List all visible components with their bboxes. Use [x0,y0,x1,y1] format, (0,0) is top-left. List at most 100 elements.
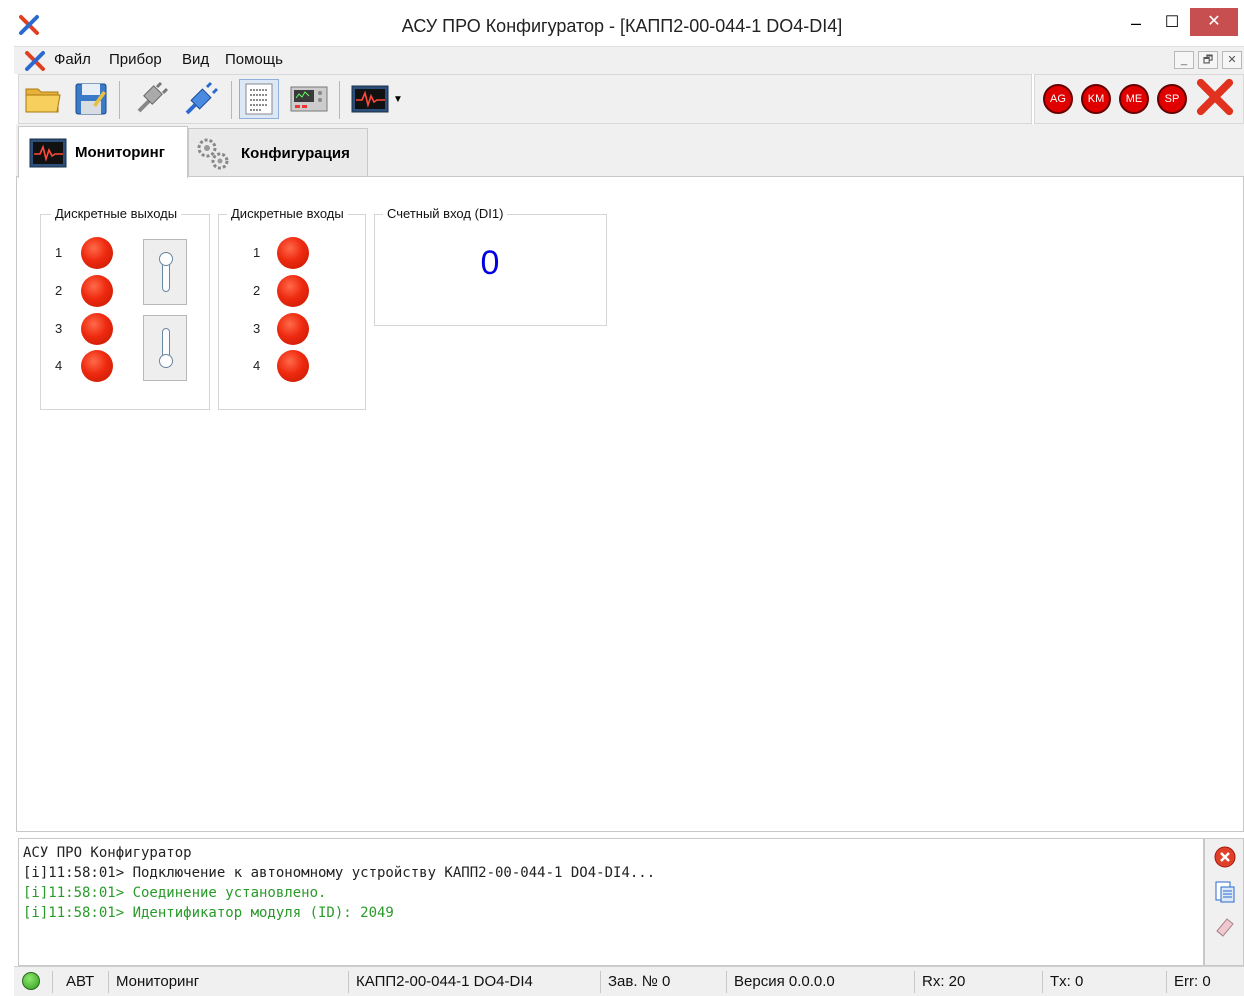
window-title: АСУ ПРО Конфигуратор - [КАПП2-00-044-1 D… [401,16,843,36]
save-button[interactable] [71,79,111,119]
status-button-km[interactable]: KM [1081,84,1111,114]
group-title: Дискретные входы [227,206,348,221]
tab-monitoring-label: Мониторинг [75,144,165,161]
disconnect-button[interactable] [131,79,171,119]
erase-log-button[interactable] [1213,915,1237,939]
gears-icon [197,138,229,169]
status-separator [600,971,601,993]
status-separator [52,971,53,993]
log-line: [i]11:58:01> Идентификатор модуля (ID): … [23,905,394,921]
row-number: 1 [55,245,63,260]
status-separator [1166,971,1167,993]
title-bar: АСУ ПРО Конфигуратор - [КАПП2-00-044-1 D… [0,0,1244,46]
mdi-minimize-button[interactable]: _ [1174,51,1194,69]
output-toggle-1[interactable] [143,239,187,305]
list-view-button[interactable] [239,79,279,119]
disconnect-plug-icon [137,81,169,113]
monitor-chart-icon [29,138,67,167]
status-separator [726,971,727,993]
device-panel-button[interactable] [289,79,329,119]
menu-file[interactable]: Файл [54,51,91,68]
device-panel-icon [290,86,328,112]
eraser-icon [1216,918,1234,937]
monitor-dropdown-button[interactable]: ▼ [349,79,405,119]
status-device: КАПП2-00-044-1 DO4-DI4 [356,973,533,990]
status-view: Мониторинг [116,973,200,990]
toolbar-separator [339,81,340,119]
counter-value: 0 [480,244,500,282]
monitor-chart-icon [351,85,389,113]
connect-plug-icon [185,81,219,115]
row-number: 3 [253,321,261,336]
status-button-ag[interactable]: AG [1043,84,1073,114]
input-led-3 [277,313,309,345]
tab-configuration[interactable]: Конфигурация [188,128,368,178]
status-separator [1042,971,1043,993]
output-led-1 [81,237,113,269]
clipboard-icon [1215,881,1235,903]
chevron-down-icon: ▼ [393,93,403,105]
tab-monitoring[interactable]: Мониторинг [18,126,188,178]
row-number: 2 [55,283,63,298]
status-button-me[interactable]: ME [1119,84,1149,114]
toggle-knob [159,252,173,266]
error-circle-icon [1214,846,1236,868]
input-led-4 [277,350,309,382]
group-title: Счетный вход (DI1) [383,206,508,221]
output-led-2 [81,275,113,307]
log-line: АСУ ПРО Конфигуратор [23,845,192,861]
row-number: 4 [55,358,63,373]
toolbar-separator [119,81,120,119]
status-err: Err: 0 [1174,973,1211,990]
status-button-sp[interactable]: SP [1157,84,1187,114]
status-separator [348,971,349,993]
input-led-2 [277,275,309,307]
output-led-3 [81,313,113,345]
clear-log-button[interactable] [1213,845,1237,869]
status-separator [914,971,915,993]
status-tx: Tx: 0 [1050,973,1084,990]
status-toolbar: AG KM ME SP [1034,74,1244,124]
discrete-outputs-group: Дискретные выходы 1 2 3 4 [40,206,210,410]
input-led-1 [277,237,309,269]
menu-device[interactable]: Прибор [109,51,162,68]
open-button[interactable] [23,79,63,119]
status-bar: АВТ Мониторинг КАПП2-00-044-1 DO4-DI4 За… [14,966,1244,996]
minimize-button[interactable]: – [1118,8,1154,38]
row-number: 2 [253,283,261,298]
group-title: Дискретные выходы [51,206,182,221]
menu-bar: Файл Прибор Вид Помощь _ 🗗 ✕ [14,46,1244,74]
close-window-button[interactable]: ✕ [1190,8,1238,36]
log-output: АСУ ПРО Конфигуратор [i]11:58:01> Подклю… [18,838,1204,966]
app-logo-icon [25,51,45,71]
log-line: [i]11:58:01> Соединение установлено. [23,885,327,901]
mdi-restore-button[interactable]: 🗗 [1198,51,1218,69]
tab-configuration-label: Конфигурация [241,145,350,162]
menu-view[interactable]: Вид [182,51,209,68]
output-toggle-2[interactable] [143,315,187,381]
status-separator [108,971,109,993]
big-red-x-icon [1196,78,1234,116]
maximize-button[interactable]: ☐ [1154,8,1190,38]
output-led-4 [81,350,113,382]
log-toolbar [1204,838,1244,966]
status-rx: Rx: 20 [922,973,966,990]
status-version: Версия 0.0.0.0 [734,973,835,990]
log-line: [i]11:58:01> Подключение к автономному у… [23,865,656,881]
connection-status-led [22,972,40,990]
mdi-close-button[interactable]: ✕ [1222,51,1242,69]
save-icon [75,83,107,115]
row-number: 4 [253,358,261,373]
copy-log-button[interactable] [1213,879,1237,903]
toolbar: ▼ [18,74,1032,124]
toggle-knob [159,354,173,368]
row-number: 1 [253,245,261,260]
row-number: 3 [55,321,63,336]
stop-button[interactable] [1195,77,1235,117]
status-serial: Зав. № 0 [608,973,671,990]
status-mode: АВТ [66,973,95,990]
menu-help[interactable]: Помощь [225,51,283,68]
connect-button[interactable] [181,79,221,119]
list-view-icon [245,83,273,115]
discrete-inputs-group: Дискретные входы 1 2 3 4 [218,206,366,410]
